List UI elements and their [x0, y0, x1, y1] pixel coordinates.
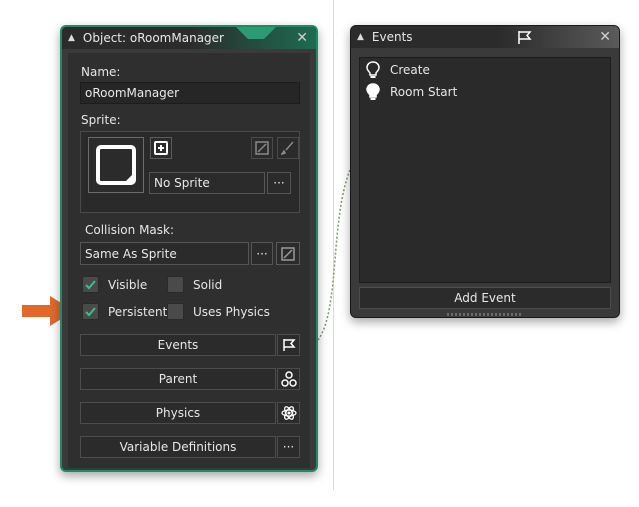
- persistent-checkbox-box[interactable]: [82, 303, 99, 320]
- event-label-create: Create: [390, 63, 430, 77]
- event-label-room-start: Room Start: [390, 85, 458, 99]
- edit-sprite-button[interactable]: [251, 137, 273, 159]
- object-window: ▲ Object: oRoomManager ✕ Name: oRoomMana…: [60, 25, 318, 472]
- solid-checkbox-box[interactable]: [167, 276, 184, 293]
- object-window-title: Object: oRoomManager: [82, 31, 224, 45]
- events-window-title: Events: [371, 30, 413, 44]
- checkmark-icon: [85, 307, 96, 317]
- brush-icon: [281, 141, 294, 155]
- name-input[interactable]: oRoomManager: [80, 82, 300, 104]
- collision-mask-label: Collision Mask:: [85, 223, 175, 237]
- solid-checkbox-label: Solid: [193, 277, 223, 292]
- uses-physics-checkbox-label: Uses Physics: [193, 304, 270, 319]
- uses-physics-checkbox-box[interactable]: [167, 303, 184, 320]
- sprite-label: Sprite:: [81, 113, 121, 127]
- edit-collision-mask-button[interactable]: [276, 242, 300, 265]
- hierarchy-icon: [280, 371, 297, 387]
- uses-physics-checkbox[interactable]: Uses Physics: [167, 303, 270, 320]
- titlebar-notch-decoration: [236, 27, 276, 39]
- add-event-button[interactable]: Add Event: [359, 287, 611, 309]
- persistent-checkbox-label: Persistent: [108, 304, 168, 319]
- sprite-section: No Sprite ···: [80, 131, 300, 213]
- list-item[interactable]: Room Start: [360, 81, 610, 103]
- new-sprite-icon: [154, 141, 168, 155]
- checkmark-icon: [85, 280, 96, 290]
- name-label: Name:: [81, 65, 121, 79]
- sprite-select[interactable]: No Sprite: [149, 172, 265, 194]
- lightbulb-outline-icon: [364, 61, 382, 79]
- events-button[interactable]: Events: [80, 334, 276, 356]
- collision-mask-browse-button[interactable]: ···: [251, 242, 273, 265]
- collapse-triangle-icon[interactable]: ▲: [68, 33, 75, 43]
- visible-checkbox-box[interactable]: [82, 276, 99, 293]
- atom-icon: [280, 406, 297, 420]
- close-icon[interactable]: ✕: [599, 29, 611, 45]
- solid-checkbox[interactable]: Solid: [167, 276, 222, 293]
- physics-icon-button[interactable]: [277, 402, 300, 424]
- sprite-preview[interactable]: [88, 137, 144, 193]
- sprite-browse-button[interactable]: ···: [267, 172, 291, 194]
- empty-sprite-icon: [96, 145, 136, 185]
- variable-definitions-menu-button[interactable]: ···: [277, 436, 300, 458]
- flag-icon: [282, 339, 296, 351]
- paint-sprite-button[interactable]: [277, 137, 299, 159]
- object-window-titlebar[interactable]: ▲ Object: oRoomManager ✕: [62, 27, 316, 49]
- parent-button[interactable]: Parent: [80, 368, 276, 390]
- visible-checkbox-label: Visible: [108, 277, 148, 292]
- visible-checkbox[interactable]: Visible: [82, 276, 147, 293]
- object-properties-panel: Name: oRoomManager Sprite: No Sprite ···…: [68, 53, 310, 468]
- edit-image-icon: [281, 246, 295, 261]
- list-item[interactable]: Create: [360, 59, 610, 81]
- collision-mask-select[interactable]: Same As Sprite: [80, 242, 249, 265]
- edit-image-icon: [255, 141, 269, 155]
- physics-button[interactable]: Physics: [80, 402, 276, 424]
- events-list: Create Room Start: [359, 57, 611, 283]
- events-window-titlebar[interactable]: ▲ Events ✕: [351, 26, 619, 48]
- collapse-triangle-icon[interactable]: ▲: [357, 32, 364, 42]
- events-icon-button[interactable]: [277, 334, 300, 356]
- lightbulb-filled-icon: [364, 83, 382, 101]
- resize-grip[interactable]: [447, 313, 523, 316]
- parent-icon-button[interactable]: [277, 368, 300, 390]
- close-icon[interactable]: ✕: [296, 30, 308, 46]
- new-sprite-button[interactable]: [150, 137, 172, 159]
- flag-icon: [518, 31, 532, 44]
- persistent-checkbox[interactable]: Persistent: [82, 303, 167, 320]
- variable-definitions-button[interactable]: Variable Definitions: [80, 436, 276, 458]
- events-window: ▲ Events ✕ Create Room Start Add Event: [350, 25, 620, 318]
